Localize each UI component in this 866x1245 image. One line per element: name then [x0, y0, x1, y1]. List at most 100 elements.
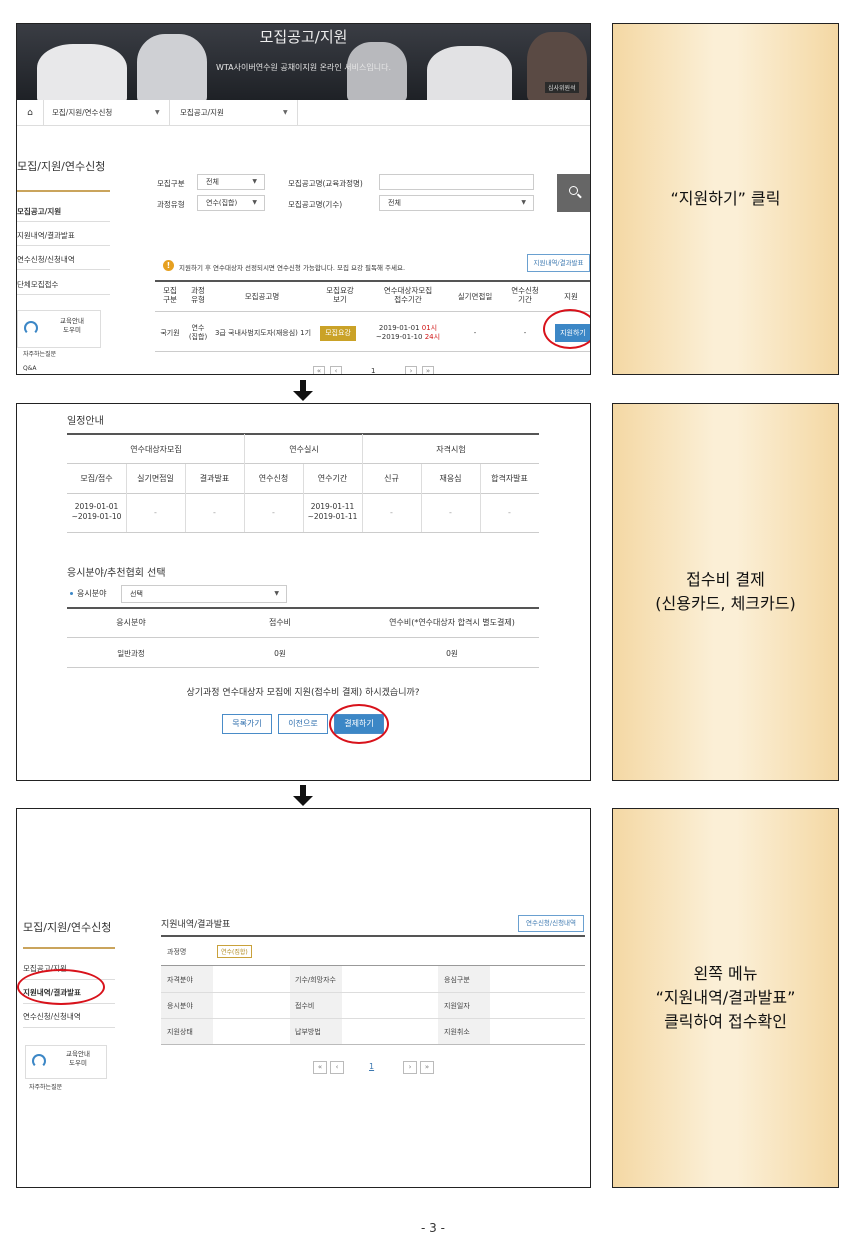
- highlight-circle: [17, 969, 105, 1005]
- headset-icon: [32, 1054, 46, 1068]
- schedule-title: 일정안내: [67, 416, 104, 427]
- hdr-new: 신규: [384, 474, 399, 483]
- qa-link[interactable]: Q&A: [23, 365, 37, 372]
- chevron-down-icon[interactable]: ▼: [283, 100, 288, 126]
- row3-label1: 지원상태: [167, 1028, 193, 1036]
- notice-name-label: 모집공고명(교육과정명): [288, 179, 363, 188]
- row2-label3: 지원일자: [444, 1002, 470, 1010]
- pager-next[interactable]: ›: [403, 1061, 417, 1074]
- notice-term-label: 모집공고명(기수): [288, 200, 343, 209]
- pager-last[interactable]: »: [422, 366, 434, 374]
- course-type-value: 연수(집합): [206, 199, 238, 207]
- cell-apply-period: -: [523, 329, 527, 337]
- top-apply-button[interactable]: 연수신청/신청내역: [518, 915, 584, 932]
- hdr-pass: 합격자발표: [491, 474, 528, 483]
- notice-term-value: 전체: [388, 199, 401, 207]
- cell-apply: -: [272, 508, 275, 517]
- banner-subtitle: WTA사이버연수원 공채이지원 온라인 서비스입니다.: [215, 63, 392, 72]
- help-box[interactable]: 교육안내 도우미: [17, 310, 101, 348]
- col-course-type: 과정 유형: [191, 286, 205, 305]
- hero-banner: 심사위원석 모집공고/지원 WTA사이버연수원 공채이지원 온라인 서비스입니다…: [17, 24, 590, 100]
- cell-pass: -: [508, 508, 511, 517]
- down-arrow-icon: [291, 380, 315, 402]
- chevron-down-icon: ▼: [252, 199, 257, 206]
- hdr-period: 연수기간: [317, 474, 348, 483]
- field-title: 응시분야/추천협회 선택: [67, 568, 166, 579]
- row2-label1: 응시분야: [167, 1002, 193, 1010]
- recruit-type-select[interactable]: 전체 ▼: [197, 174, 265, 190]
- chevron-down-icon: ▼: [521, 199, 526, 206]
- sidebar-item-recruit[interactable]: 모집공고/지원: [17, 206, 61, 217]
- highlight-circle: [329, 704, 389, 744]
- recruit-type-value: 전체: [206, 178, 219, 186]
- period-start-time: 01시: [421, 324, 438, 332]
- pager-last[interactable]: »: [420, 1061, 434, 1074]
- col-apply-period: 연수신청 기간: [511, 286, 539, 305]
- pager-next[interactable]: ›: [405, 366, 417, 374]
- cell-name: 3급 국내사범지도자(재응심) 1기: [214, 329, 312, 337]
- faq-link[interactable]: 자주하는질문: [23, 349, 56, 358]
- cell-recruit: 국기원: [160, 329, 180, 337]
- section-title: 지원내역/결과발표: [161, 920, 231, 930]
- cell-period: 2019-01-01 01시 ~2019-01-10 24시: [369, 324, 447, 342]
- col-interview: 실기면접일: [457, 292, 493, 301]
- cell-interview: -: [154, 508, 157, 517]
- caption-step2: 접수비 결제 (신용카드, 체크카드): [612, 403, 839, 781]
- fee-hdr-field: 응시분야: [116, 618, 146, 627]
- banner-title: 모집공고/지원: [259, 28, 348, 46]
- breadcrumb-level1[interactable]: 모집/지원/연수신청: [52, 100, 112, 126]
- pager-page[interactable]: 1: [371, 367, 375, 374]
- pager-page[interactable]: 1: [369, 1062, 374, 1071]
- info-icon: !: [163, 260, 174, 271]
- sidebar-item-apply[interactable]: 연수신청/신청내역: [17, 254, 75, 265]
- guide-button[interactable]: 모집요강: [320, 326, 356, 341]
- cell-training-period: 2019-01-11 ~2019-01-11: [307, 502, 358, 521]
- sidebar-item-history[interactable]: 지원내역/결과발표: [17, 230, 75, 241]
- caption-step3: 왼쪽 메뉴 “지원내역/결과발표” 클릭하여 접수확인: [612, 808, 839, 1188]
- list-button[interactable]: 목록가기: [222, 714, 272, 734]
- fee-hdr-fee: 접수비: [268, 618, 292, 627]
- field-select-value: 선택: [130, 590, 143, 598]
- col-name: 모집공고명: [244, 292, 280, 301]
- row1-label2: 기수/희망자수: [295, 976, 336, 984]
- history-button[interactable]: 지원내역/결과발표: [527, 254, 590, 272]
- hdr-recruit: 모집/접수: [80, 474, 113, 483]
- search-button[interactable]: [557, 174, 590, 212]
- chevron-down-icon: ▼: [252, 178, 257, 185]
- pager-first[interactable]: «: [313, 366, 325, 374]
- breadcrumb-level2[interactable]: 모집공고/지원: [180, 100, 224, 126]
- field-select[interactable]: 선택 ▼: [121, 585, 287, 603]
- row3-label3: 지원취소: [444, 1028, 470, 1036]
- faq-link[interactable]: 자주하는질문: [29, 1082, 62, 1091]
- chevron-down-icon: ▼: [274, 590, 279, 597]
- cell-new: -: [390, 508, 393, 517]
- home-icon[interactable]: ⌂: [23, 100, 37, 126]
- course-type-select[interactable]: 연수(집합) ▼: [197, 195, 265, 211]
- headset-icon: [24, 321, 38, 335]
- col-period: 연수대상자모집 접수기간: [383, 286, 433, 305]
- pager-first[interactable]: «: [313, 1061, 327, 1074]
- group-exam: 자격시험: [436, 445, 466, 454]
- course-type-label: 과정유형: [157, 200, 185, 209]
- step2-screenshot: 일정안내 연수대상자모집 연수실시 자격시험 모집/접수 실기면접일 결과발표 …: [16, 403, 591, 781]
- cell-interview: -: [473, 329, 477, 337]
- cell-retake: -: [449, 508, 452, 517]
- step3-screenshot: 모집/지원/연수신청 모집공고/지원 지원내역/결과발표 연수신청/신청내역 교…: [16, 808, 591, 1188]
- prev-button[interactable]: 이전으로: [278, 714, 328, 734]
- notice-term-select[interactable]: 전체 ▼: [379, 195, 534, 211]
- row1-label1: 자격분야: [167, 976, 193, 984]
- hdr-apply: 연수신청: [258, 474, 289, 483]
- pager-prev[interactable]: ‹: [330, 1061, 344, 1074]
- sidebar-item-group[interactable]: 단체모집접수: [17, 279, 58, 290]
- pager-prev[interactable]: ‹: [330, 366, 342, 374]
- fee-fee: 0원: [274, 649, 286, 658]
- fee-hdr-training: 연수비(*연수대상자 합격시 별도결제): [389, 618, 515, 627]
- name-card: 심사위원석: [545, 82, 579, 93]
- course-label: 과정명: [167, 948, 187, 956]
- notice-name-input[interactable]: [379, 174, 534, 190]
- help-box[interactable]: 교육안내 도우미: [25, 1045, 107, 1079]
- sidebar-item-apply[interactable]: 연수신청/신청내역: [23, 1011, 81, 1022]
- breadcrumb: ⌂ 모집/지원/연수신청 ▼ 모집공고/지원 ▼: [17, 100, 590, 126]
- chevron-down-icon[interactable]: ▼: [155, 100, 160, 126]
- col-apply: 지원: [564, 292, 578, 301]
